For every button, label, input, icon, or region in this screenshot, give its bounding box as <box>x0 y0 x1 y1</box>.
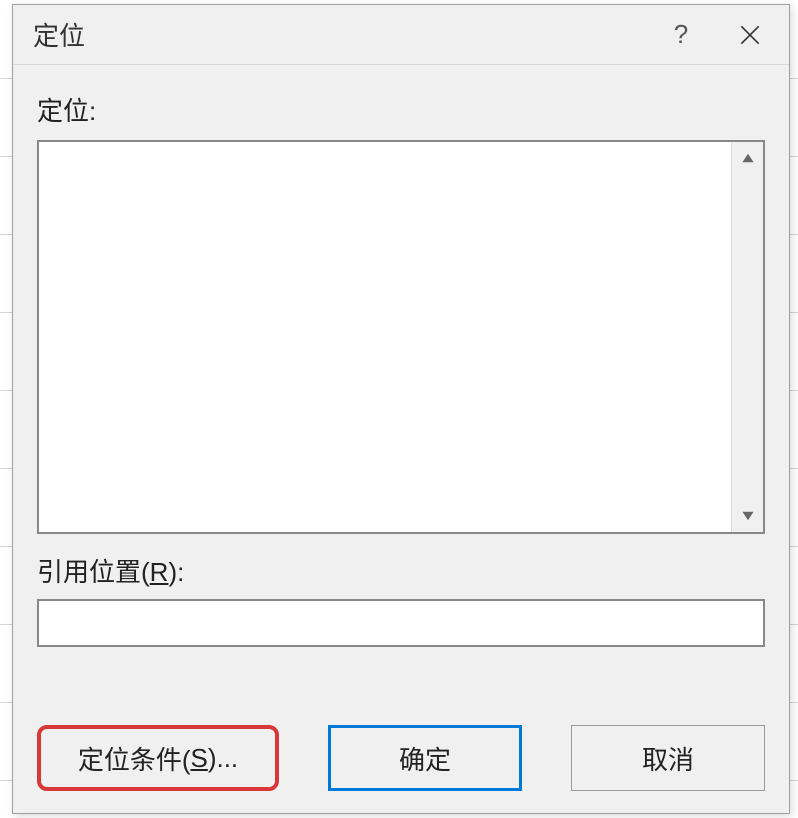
scroll-up-icon[interactable] <box>732 142 764 174</box>
titlebar-controls: ? <box>651 5 789 64</box>
cancel-button[interactable]: 取消 <box>571 725 765 791</box>
ok-button[interactable]: 确定 <box>328 725 522 791</box>
button-row: 定位条件(S)... 确定 取消 <box>37 725 765 791</box>
dialog-title: 定位 <box>33 16 85 53</box>
scroll-down-icon[interactable] <box>732 500 764 532</box>
goto-listbox[interactable] <box>37 140 765 534</box>
goto-label: 定位: <box>37 91 765 128</box>
help-icon[interactable]: ? <box>651 5 711 65</box>
reference-label: 引用位置(R): <box>37 552 765 589</box>
special-button[interactable]: 定位条件(S)... <box>37 725 279 791</box>
dialog-body: 定位: 引用位置(R): <box>13 65 789 647</box>
close-icon[interactable] <box>711 5 789 65</box>
reference-input[interactable] <box>37 599 765 647</box>
reference-section: 引用位置(R): <box>37 552 765 647</box>
listbox-scrollbar[interactable] <box>731 142 763 532</box>
goto-dialog: 定位 ? 定位: <box>12 4 790 814</box>
titlebar: 定位 ? <box>13 5 789 65</box>
